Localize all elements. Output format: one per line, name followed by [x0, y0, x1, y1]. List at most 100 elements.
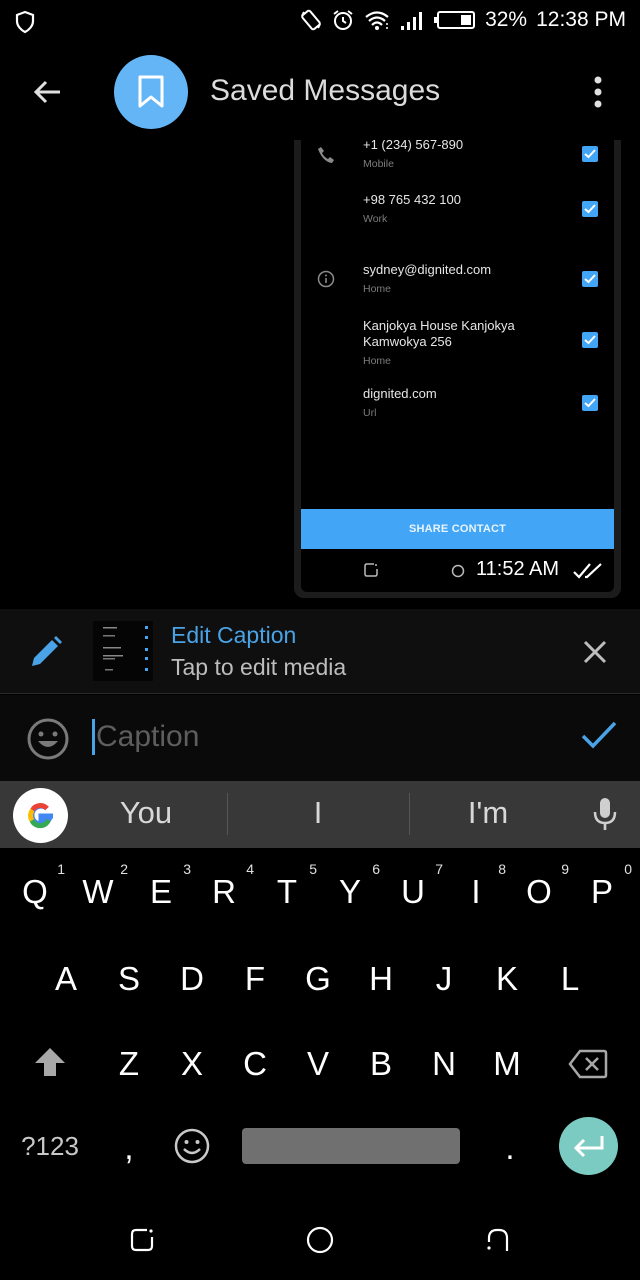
key[interactable]: B	[351, 1045, 411, 1083]
key[interactable]: C	[225, 1045, 285, 1083]
battery-percent: 32%	[485, 8, 528, 31]
status-bar: 32% 12:38 PM	[0, 0, 640, 44]
check-icon	[581, 721, 617, 749]
google-g-icon	[27, 802, 53, 828]
back-nav-icon	[487, 1228, 509, 1251]
key[interactable]: L	[540, 960, 600, 998]
text-cursor	[92, 719, 95, 755]
backspace-key[interactable]	[568, 1048, 608, 1085]
key[interactable]: F	[225, 960, 285, 998]
smiley-icon	[27, 718, 69, 760]
checkbox[interactable]	[582, 146, 598, 162]
home-circle-icon	[306, 1226, 334, 1254]
checkbox[interactable]	[582, 395, 598, 411]
auto-rotate-icon	[300, 8, 322, 32]
shield-icon	[14, 10, 36, 39]
avatar[interactable]	[114, 55, 188, 129]
recents-button[interactable]	[124, 1222, 160, 1258]
more-options-button[interactable]	[586, 74, 610, 110]
key[interactable]: Q1	[5, 861, 65, 911]
close-icon	[583, 640, 607, 664]
media-thumbnail[interactable]	[93, 621, 153, 681]
app-bar: Saved Messages	[0, 44, 640, 140]
checkbox[interactable]	[582, 271, 598, 287]
key[interactable]: T5	[257, 861, 317, 911]
edit-caption-bar[interactable]: Edit Caption Tap to edit media	[0, 609, 640, 694]
key[interactable]: U7	[383, 861, 443, 911]
shift-key[interactable]	[33, 1046, 67, 1083]
pencil-icon	[28, 634, 64, 675]
checkbox[interactable]	[582, 201, 598, 217]
enter-arrow-icon	[573, 1136, 603, 1158]
key[interactable]: K	[477, 960, 537, 998]
navigation-bar	[0, 1200, 640, 1280]
signal-icon	[399, 9, 425, 31]
suggestion-item[interactable]: I	[258, 795, 378, 831]
key[interactable]: P0	[572, 861, 632, 911]
key[interactable]: R4	[194, 861, 254, 911]
voice-input-button[interactable]	[592, 797, 618, 836]
caption-input[interactable]	[96, 715, 536, 759]
message-footer: 11:52 AM	[301, 552, 614, 588]
edit-caption-subtitle: Tap to edit media	[171, 654, 347, 680]
key[interactable]: G	[288, 960, 348, 998]
key[interactable]: E3	[131, 861, 191, 911]
back-nav-button[interactable]	[480, 1222, 516, 1258]
clock: 12:38 PM	[536, 8, 626, 31]
wifi-icon	[364, 9, 390, 31]
close-edit-button[interactable]	[582, 639, 608, 670]
comma-key[interactable]: ,	[99, 1129, 159, 1167]
more-vertical-icon	[594, 76, 602, 108]
key[interactable]: D	[162, 960, 222, 998]
back-button[interactable]	[28, 72, 68, 112]
shift-arrow-icon	[35, 1048, 65, 1076]
key[interactable]: I8	[446, 861, 506, 911]
media-message[interactable]: +1 (234) 567-890 Mobile +98 765 432 100 …	[294, 140, 621, 598]
suggestion-item[interactable]: I'm	[428, 795, 548, 831]
key[interactable]: J	[414, 960, 474, 998]
key[interactable]: N	[414, 1045, 474, 1083]
confirm-caption-button[interactable]	[580, 719, 618, 756]
share-contact-button: SHARE CONTACT	[301, 509, 614, 549]
keyboard: Q1 W2 E3 R4 T5 Y6 U7 I8 O9 P0 A S D F G …	[0, 848, 640, 1200]
period-key[interactable]: .	[480, 1129, 540, 1167]
suggestion-item[interactable]: You	[86, 795, 206, 831]
alarm-icon	[331, 8, 355, 32]
bookmark-icon	[138, 75, 164, 108]
symbols-key[interactable]: ?123	[14, 1131, 86, 1162]
suggestion-strip: You I I'm	[0, 781, 640, 848]
emoji-key[interactable]	[173, 1127, 211, 1170]
arrow-left-icon	[33, 80, 60, 104]
key[interactable]: O9	[509, 861, 569, 911]
key[interactable]: V	[288, 1045, 348, 1083]
microphone-icon	[593, 798, 617, 830]
recents-icon	[130, 1228, 154, 1252]
key[interactable]: A	[36, 960, 96, 998]
key[interactable]: M	[477, 1045, 537, 1083]
backspace-icon	[568, 1049, 608, 1079]
caption-bar	[0, 695, 640, 781]
home-nav-icon	[451, 564, 465, 583]
key[interactable]: X	[162, 1045, 222, 1083]
key[interactable]: Z	[99, 1045, 159, 1083]
chat-title[interactable]: Saved Messages	[210, 74, 440, 108]
double-check-icon	[573, 562, 603, 585]
divider	[227, 793, 228, 835]
emoji-button[interactable]	[26, 717, 70, 766]
home-button[interactable]	[302, 1222, 338, 1258]
edit-caption-title: Edit Caption	[171, 622, 297, 648]
google-button[interactable]	[13, 788, 68, 843]
recents-nav-icon	[363, 562, 379, 583]
checkbox[interactable]	[582, 332, 598, 348]
key[interactable]: W2	[68, 861, 128, 911]
space-bar[interactable]	[242, 1128, 460, 1164]
contact-screenshot: +1 (234) 567-890 Mobile +98 765 432 100 …	[301, 140, 614, 592]
smiley-icon	[174, 1128, 210, 1164]
divider	[409, 793, 410, 835]
key[interactable]: H	[351, 960, 411, 998]
message-time: 11:52 AM	[476, 558, 560, 580]
key[interactable]: Y6	[320, 861, 380, 911]
enter-key[interactable]	[559, 1117, 618, 1175]
battery-icon	[434, 10, 476, 30]
key[interactable]: S	[99, 960, 159, 998]
